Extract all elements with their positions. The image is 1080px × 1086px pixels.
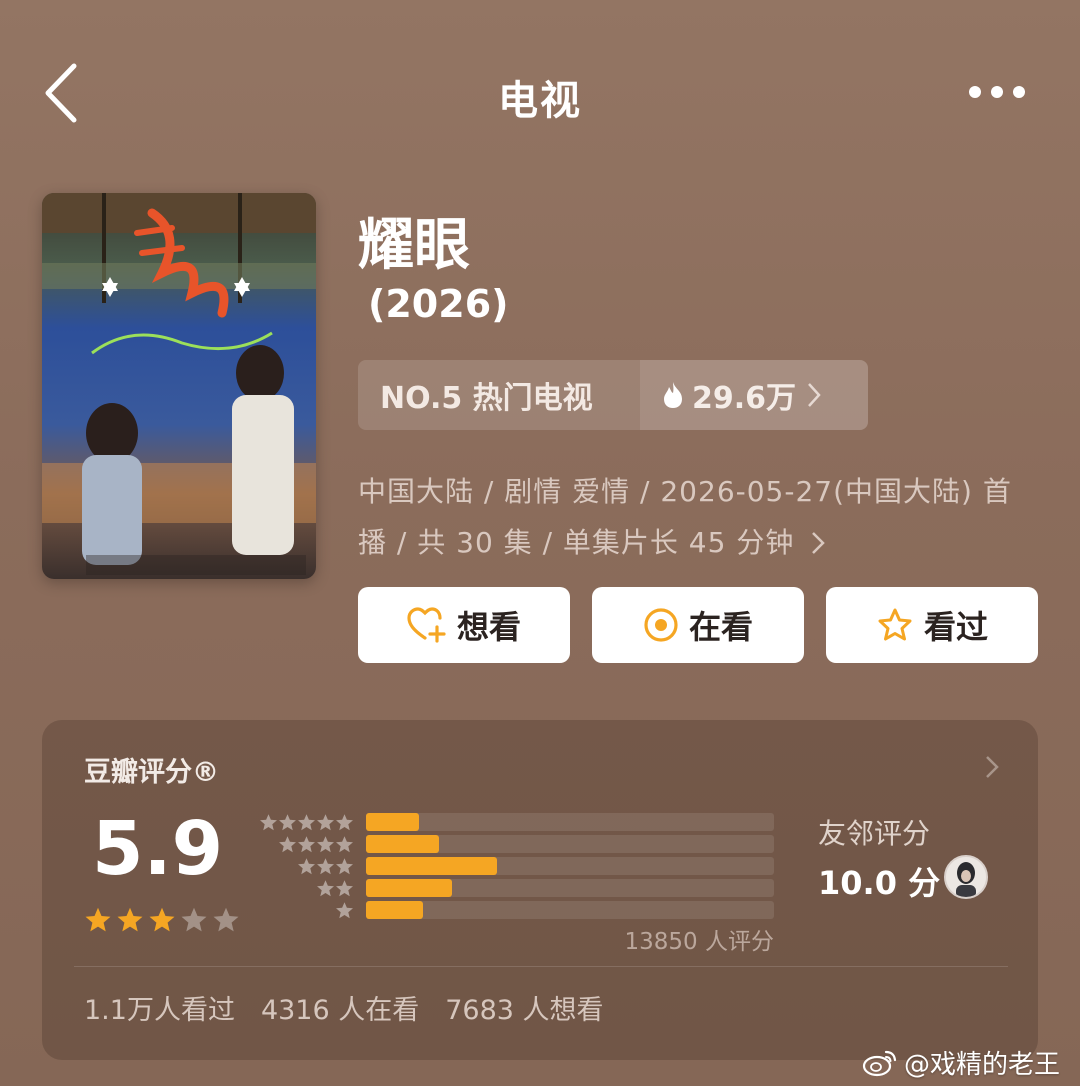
want-to-watch-button[interactable]: 想看 (358, 587, 570, 663)
target-icon (644, 608, 678, 642)
rating-count: 13850 人评分 (624, 929, 774, 955)
avatar[interactable] (944, 855, 988, 899)
rank-label: NO.5 热门电视 (380, 381, 593, 416)
heart-plus-icon (407, 607, 446, 643)
rating-bar-row (258, 878, 774, 898)
star-icon (298, 835, 315, 852)
rating-bar-track (366, 835, 774, 853)
rating-bar-stars (258, 901, 354, 920)
watching-count[interactable]: 4316 人在看 (261, 988, 419, 1027)
rating-bar-stars (258, 835, 354, 854)
star-icon (260, 813, 277, 830)
star-icon (336, 813, 353, 830)
chevron-right-icon[interactable] (982, 752, 1002, 782)
star-icon (298, 857, 315, 874)
rating-bar-stars (258, 879, 354, 898)
rating-bar-stars (258, 857, 354, 876)
ranking-badge[interactable]: NO.5 热门电视 29.6万 (358, 360, 868, 430)
watched-label: 看过 (923, 608, 988, 646)
star-icon (298, 813, 315, 830)
star-icon (317, 813, 334, 830)
poster-image[interactable] (42, 193, 316, 579)
rating-bar-track (366, 879, 774, 897)
star-filled-icon (85, 907, 111, 932)
star-icon (336, 901, 353, 918)
rating-bar-stars (258, 813, 354, 832)
watching-button[interactable]: 在看 (592, 587, 804, 663)
chevron-right-icon (808, 383, 821, 407)
watch-stats: 1.1万人看过 4316 人在看 7683 人想看 (84, 988, 604, 1027)
star-icon (317, 857, 334, 874)
star-filled-icon (149, 907, 175, 932)
rating-bar-fill (366, 835, 439, 853)
weibo-icon (862, 1050, 897, 1076)
star-icon (317, 879, 334, 896)
rating-stars (84, 906, 240, 934)
flame-icon (664, 382, 682, 408)
show-year: (2026) (368, 282, 509, 326)
more-icon[interactable] (962, 78, 1032, 106)
chevron-right-icon (812, 532, 826, 554)
rating-bar-track (366, 813, 774, 831)
rating-bar-track (366, 857, 774, 875)
star-icon (336, 835, 353, 852)
watching-label: 在看 (688, 608, 753, 646)
star-icon (279, 813, 296, 830)
watermark-text: @戏精的老王 (904, 1050, 1061, 1080)
watched-button[interactable]: 看过 (826, 587, 1038, 663)
heat-indicator[interactable]: 29.6万 (640, 360, 868, 430)
meta-line-2: 播 / 共 30 集 / 单集片长 45 分钟 (358, 517, 1038, 568)
friend-rating-label: 友邻评分 (818, 817, 931, 850)
show-title: 耀眼 (358, 213, 470, 278)
rating-bar-fill (366, 879, 452, 897)
rating-bar-track (366, 901, 774, 919)
show-meta[interactable]: 中国大陆 / 剧情 爱情 / 2026-05-27(中国大陆) 首 播 / 共 … (358, 466, 1038, 568)
star-empty-icon (213, 907, 239, 932)
heat-value: 29.6万 (692, 381, 797, 416)
star-icon (317, 835, 334, 852)
rating-bar-row (258, 812, 774, 832)
rating-bar-row (258, 834, 774, 854)
rating-title: 豆瓣评分® (84, 757, 219, 788)
star-outline-icon (878, 608, 912, 641)
rating-bar-row (258, 856, 774, 876)
friend-rating-score: 10.0 分 (818, 864, 941, 902)
divider (74, 966, 1008, 967)
rating-bar-row (258, 900, 774, 920)
star-icon (279, 835, 296, 852)
star-filled-icon (117, 907, 143, 932)
meta-line-1: 中国大陆 / 剧情 爱情 / 2026-05-27(中国大陆) 首 (358, 475, 1012, 508)
star-icon (336, 879, 353, 896)
star-icon (336, 857, 353, 874)
want-count[interactable]: 7683 人想看 (445, 988, 603, 1027)
rating-bar-fill (366, 813, 419, 831)
watermark: @戏精的老王 (862, 1044, 1060, 1081)
rating-bar-fill (366, 857, 497, 875)
want-to-watch-label: 想看 (456, 608, 521, 646)
watched-count[interactable]: 1.1万人看过 (84, 988, 235, 1027)
rating-score: 5.9 (92, 806, 224, 892)
page-title: 电视 (498, 78, 582, 124)
rating-bar-fill (366, 901, 423, 919)
star-empty-icon (181, 907, 207, 932)
